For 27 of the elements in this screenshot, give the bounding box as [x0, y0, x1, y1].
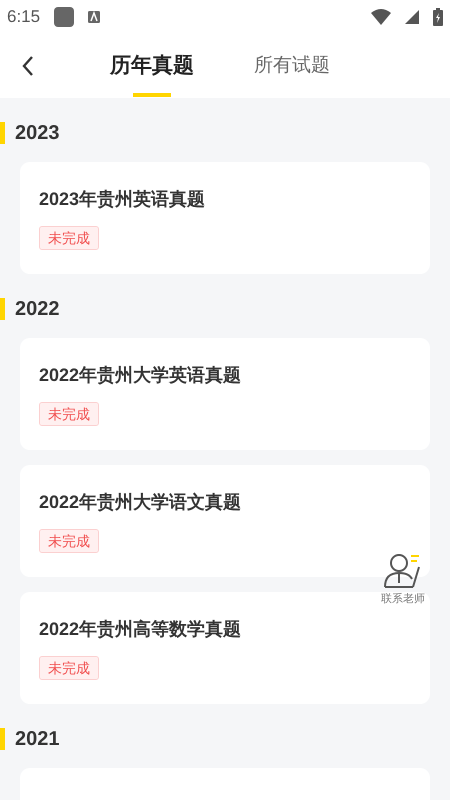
exam-card[interactable]: 2023年贵州英语真题 未完成: [20, 162, 430, 274]
year-heading: 2023: [15, 121, 60, 146]
exam-title: 2022年贵州高等数学真题: [39, 618, 242, 641]
battery-icon: [433, 8, 443, 26]
tab[interactable]: 所有试题: [254, 34, 330, 98]
app-icon: [54, 7, 74, 27]
exam-card[interactable]: 2022年贵州大学语文真题 未完成: [20, 465, 430, 577]
exam-title: 2022年贵州大学语文真题: [39, 491, 242, 514]
status-tag: 未完成: [39, 402, 99, 426]
status-tag: 未完成: [39, 529, 99, 553]
status-tag: 未完成: [39, 226, 99, 250]
status-time: 6:15: [7, 6, 40, 28]
signal-icon: [405, 10, 419, 24]
exam-card[interactable]: 2022年贵州大学英语真题 未完成: [20, 338, 430, 450]
exam-title: 2023年贵州英语真题: [39, 188, 206, 211]
tab[interactable]: 历年真题: [110, 34, 194, 98]
keyboard-icon: [88, 11, 100, 23]
exam-title: 2022年贵州大学英语真题: [39, 364, 242, 387]
year-heading: 2021: [15, 727, 60, 752]
wifi-icon: [371, 9, 391, 25]
accent-bar: [0, 728, 5, 750]
back-icon: [21, 55, 35, 77]
accent-bar: [0, 298, 5, 320]
year-heading: 2022: [15, 297, 60, 322]
status-tag: 未完成: [39, 656, 99, 680]
teacher-icon: [383, 553, 423, 589]
accent-bar: [0, 122, 5, 144]
